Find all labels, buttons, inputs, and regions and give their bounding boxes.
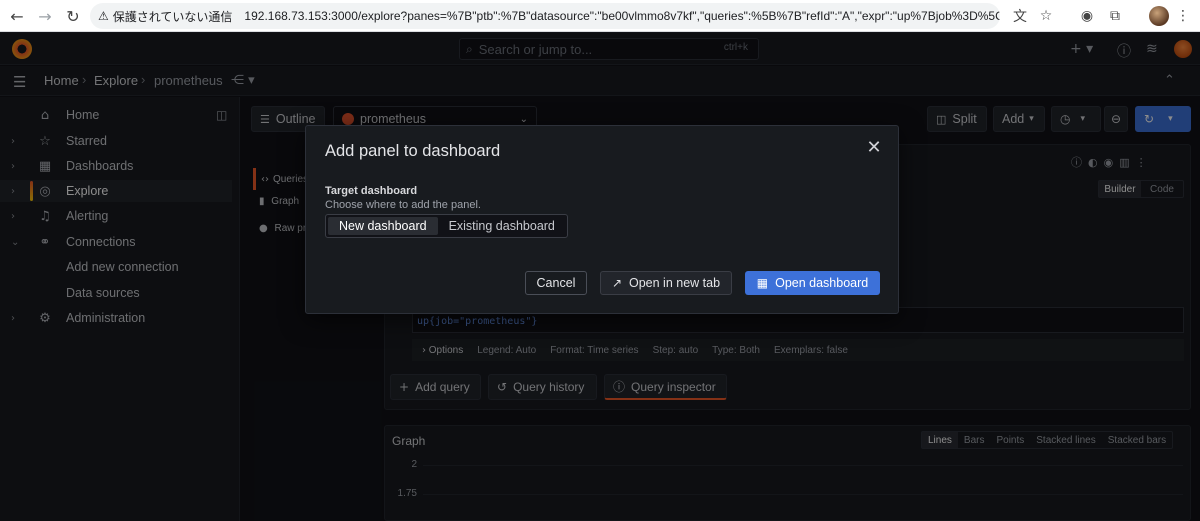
extension-record-icon[interactable]: ◉ [1076, 5, 1098, 27]
option-existing-dashboard[interactable]: Existing dashboard [438, 217, 566, 235]
open-in-new-tab-label: Open in new tab [629, 276, 721, 290]
target-dashboard-description: Choose where to add the panel. [325, 199, 481, 211]
close-icon[interactable]: ✕ [865, 139, 883, 157]
external-link-icon: ↗ [611, 276, 622, 290]
target-dashboard-radio-group: New dashboard Existing dashboard [325, 214, 568, 238]
add-panel-modal: Add panel to dashboard ✕ Target dashboar… [305, 125, 899, 314]
dashboard-grid-icon: ▦ [756, 276, 769, 290]
target-dashboard-label: Target dashboard [325, 185, 418, 197]
open-dashboard-button[interactable]: ▦ Open dashboard [745, 271, 880, 295]
reload-icon[interactable]: ↻ [61, 4, 85, 28]
bookmark-star-icon[interactable]: ☆ [1035, 5, 1057, 27]
extensions-puzzle-icon[interactable]: ⧉ [1104, 5, 1126, 27]
warning-icon: ⚠ [98, 9, 109, 23]
option-new-dashboard[interactable]: New dashboard [328, 217, 438, 235]
profile-avatar[interactable] [1149, 6, 1169, 26]
security-warning-text: 保護されていない通信 [112, 9, 233, 24]
browser-toolbar: ← → ↻ ⚠ 保護されていない通信 192.168.73.153:3000/e… [0, 0, 1200, 32]
cancel-button[interactable]: Cancel [525, 271, 587, 295]
translate-icon[interactable]: 文 [1009, 5, 1031, 27]
forward-arrow-icon[interactable]: → [33, 4, 57, 28]
back-arrow-icon[interactable]: ← [5, 4, 29, 28]
cancel-label: Cancel [536, 276, 576, 290]
open-dashboard-label: Open dashboard [775, 276, 869, 290]
url-text: 192.168.73.153:3000/explore?panes=%7B"pt… [244, 9, 1000, 23]
address-bar[interactable]: ⚠ 保護されていない通信 192.168.73.153:3000/explore… [90, 3, 1000, 29]
open-in-new-tab-button[interactable]: ↗ Open in new tab [600, 271, 732, 295]
chrome-menu-icon[interactable]: ⋮ [1172, 5, 1194, 27]
modal-title: Add panel to dashboard [325, 142, 501, 160]
